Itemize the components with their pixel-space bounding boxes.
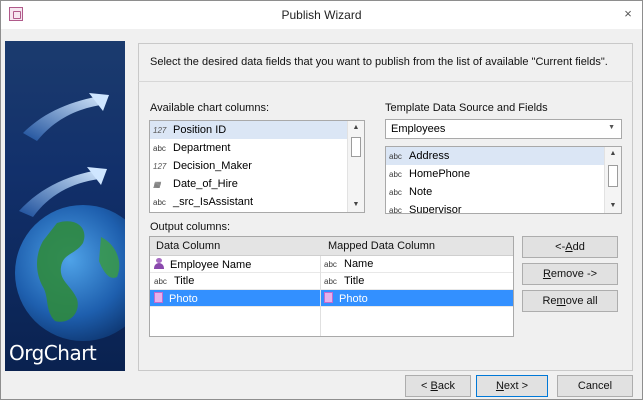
cell-data-column: abc Title bbox=[154, 275, 194, 287]
text-type-icon: abc bbox=[389, 170, 402, 179]
list-item[interactable]: abc Supervisor bbox=[386, 201, 621, 214]
table-row-selected[interactable]: Photo Photo bbox=[150, 290, 513, 307]
button-label-accelerator: N bbox=[495, 380, 504, 392]
list-item-label: Supervisor bbox=[409, 204, 462, 214]
cell-mapped-column: abc Name bbox=[324, 258, 373, 270]
list-item-label: Address bbox=[409, 150, 450, 162]
header-mapped-column[interactable]: Mapped Data Column bbox=[328, 240, 435, 252]
list-item[interactable]: abc Department bbox=[150, 139, 364, 157]
cell-mapped-column: abc Title bbox=[324, 275, 364, 287]
list-item[interactable]: abc Address bbox=[386, 147, 621, 165]
data-source-dropdown[interactable]: Employees ▼ bbox=[385, 119, 622, 139]
text-type-icon: abc bbox=[389, 206, 402, 214]
text-type-icon: abc bbox=[324, 277, 337, 286]
cell-text: Name bbox=[344, 258, 374, 270]
person-icon bbox=[154, 258, 164, 269]
available-columns-label: Available chart columns: bbox=[150, 102, 270, 114]
button-label-accelerator: A bbox=[565, 241, 573, 253]
button-label-accelerator: m bbox=[556, 295, 566, 307]
button-label: emove -> bbox=[550, 268, 598, 280]
cell-data-column: Employee Name bbox=[154, 258, 251, 271]
cell-text: Title bbox=[174, 275, 195, 287]
grid-header: Data Column Mapped Data Column bbox=[150, 237, 513, 256]
cell-data-column: Photo bbox=[154, 292, 198, 305]
available-scrollbar[interactable]: ▲ ▼ bbox=[347, 121, 364, 212]
cell-text: Photo bbox=[339, 293, 368, 305]
divider bbox=[138, 81, 633, 82]
list-item-label: Note bbox=[409, 186, 433, 198]
button-label: < bbox=[421, 380, 431, 392]
cancel-button[interactable]: Cancel bbox=[557, 375, 633, 397]
button-label-accelerator: R bbox=[542, 268, 551, 280]
image-icon bbox=[154, 292, 163, 303]
column-divider bbox=[320, 256, 321, 336]
globe-arrows-graphic bbox=[15, 93, 125, 341]
button-label: dd bbox=[572, 241, 585, 253]
template-fields-list[interactable]: abc Address abc HomePhone abc Note abc Super… bbox=[385, 146, 622, 214]
date-type-icon: ▦ bbox=[153, 180, 161, 189]
wizard-body: OrgChart bbox=[1, 29, 642, 399]
list-item-label: _src_IsAssistant bbox=[173, 196, 254, 208]
image-icon bbox=[324, 292, 333, 303]
text-type-icon: abc bbox=[389, 152, 402, 161]
available-columns-list[interactable]: 127 Position ID abc Department 127 Decision… bbox=[149, 120, 365, 213]
cell-text: Photo bbox=[169, 293, 198, 305]
orgchart-logo-text: OrgChart bbox=[9, 341, 97, 365]
list-item[interactable]: 127 Decision_Maker bbox=[150, 157, 364, 175]
text-type-icon: abc bbox=[324, 260, 337, 269]
list-item-label: HomePhone bbox=[409, 168, 471, 180]
title-bar: Publish Wizard × bbox=[1, 1, 642, 29]
list-item[interactable]: abc Note bbox=[386, 183, 621, 201]
header-data-column[interactable]: Data Column bbox=[156, 240, 220, 252]
close-button[interactable]: × bbox=[614, 1, 642, 29]
table-row[interactable]: abc Title abc Title bbox=[150, 273, 513, 290]
list-item[interactable]: 127 Position ID bbox=[150, 121, 364, 139]
data-source-value: Employees bbox=[391, 123, 446, 135]
scroll-down-icon[interactable]: ▼ bbox=[348, 198, 364, 212]
text-type-icon: abc bbox=[153, 198, 166, 207]
publish-wizard-window: Publish Wizard × OrgChart Select the des… bbox=[0, 0, 643, 400]
list-item-label: Position ID bbox=[173, 124, 227, 136]
add-button[interactable]: <-Add bbox=[522, 236, 618, 258]
template-scrollbar[interactable]: ▲ ▼ bbox=[604, 147, 621, 213]
list-item-label: Department bbox=[173, 142, 231, 154]
remove-all-button[interactable]: Remove all bbox=[522, 290, 618, 312]
chevron-down-icon: ▼ bbox=[608, 124, 615, 131]
output-columns-grid[interactable]: Data Column Mapped Data Column Employee … bbox=[149, 236, 514, 337]
list-item[interactable]: ▦ Date_of_Hire bbox=[150, 175, 364, 193]
scroll-down-icon[interactable]: ▼ bbox=[605, 199, 621, 213]
output-columns-label: Output columns: bbox=[150, 221, 231, 233]
remove-button[interactable]: Remove -> bbox=[522, 263, 618, 285]
scroll-up-icon[interactable]: ▲ bbox=[348, 121, 364, 135]
list-item-label: Decision_Maker bbox=[173, 160, 252, 172]
back-button[interactable]: < Back bbox=[405, 375, 471, 397]
text-type-icon: abc bbox=[154, 277, 167, 286]
text-type-icon: abc bbox=[153, 144, 166, 153]
scroll-up-icon[interactable]: ▲ bbox=[605, 147, 621, 161]
button-label: ove all bbox=[565, 295, 598, 307]
text-type-icon: abc bbox=[389, 188, 402, 197]
number-type-icon: 127 bbox=[153, 126, 167, 135]
instruction-text: Select the desired data fields that you … bbox=[150, 56, 608, 68]
button-label: Re bbox=[542, 295, 557, 307]
scroll-thumb[interactable] bbox=[608, 165, 618, 187]
list-item-label: Date_of_Hire bbox=[173, 178, 238, 190]
next-button[interactable]: Next > bbox=[476, 375, 548, 397]
table-row[interactable]: Employee Name abc Name bbox=[150, 256, 513, 273]
window-title: Publish Wizard bbox=[281, 8, 362, 22]
number-type-icon: 127 bbox=[153, 162, 167, 171]
cell-text: Title bbox=[344, 275, 365, 287]
list-item[interactable]: abc HomePhone bbox=[386, 165, 621, 183]
button-label-accelerator: B bbox=[430, 380, 438, 392]
button-label: ext > bbox=[503, 380, 529, 392]
button-label: <- bbox=[555, 241, 566, 253]
button-label: ack bbox=[437, 380, 455, 392]
scroll-thumb[interactable] bbox=[351, 137, 361, 157]
cell-mapped-column: Photo bbox=[324, 292, 368, 305]
cell-text: Employee Name bbox=[170, 259, 252, 271]
list-item[interactable]: abc _src_IsAssistant bbox=[150, 193, 364, 211]
template-fields-label: Template Data Source and Fields bbox=[385, 102, 548, 114]
orgchart-banner: OrgChart bbox=[5, 41, 125, 371]
